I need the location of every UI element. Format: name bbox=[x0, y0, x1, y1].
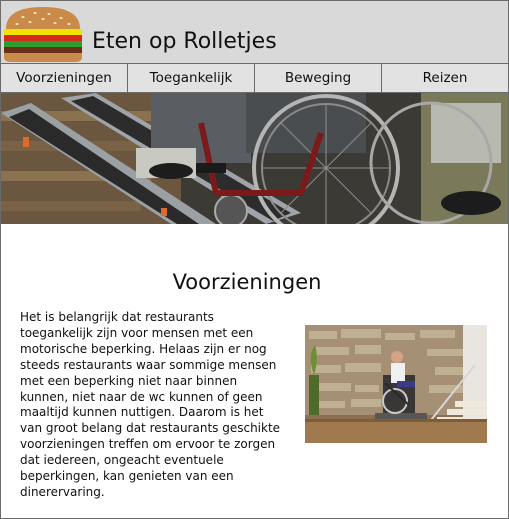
section-heading: Voorzieningen bbox=[172, 270, 322, 294]
site-header: Eten op Rolletjes bbox=[1, 1, 508, 64]
burger-icon[interactable] bbox=[3, 5, 83, 63]
nav-item-toegankelijk[interactable]: Toegankelijk bbox=[128, 64, 255, 92]
intro-paragraph: Het is belangrijk dat restaurants toegan… bbox=[20, 310, 281, 499]
nav-item-beweging[interactable]: Beweging bbox=[255, 64, 382, 92]
main-nav: Voorzieningen Toegankelijk Beweging Reiz… bbox=[1, 64, 508, 93]
nav-item-voorzieningen[interactable]: Voorzieningen bbox=[1, 64, 128, 92]
hero-image bbox=[1, 93, 508, 224]
nav-item-reizen[interactable]: Reizen bbox=[382, 64, 508, 92]
page-frame: Eten op Rolletjes Voorzieningen Toeganke… bbox=[0, 0, 509, 519]
site-title: Eten op Rolletjes bbox=[92, 29, 277, 54]
platform-lift-photo bbox=[305, 325, 487, 443]
